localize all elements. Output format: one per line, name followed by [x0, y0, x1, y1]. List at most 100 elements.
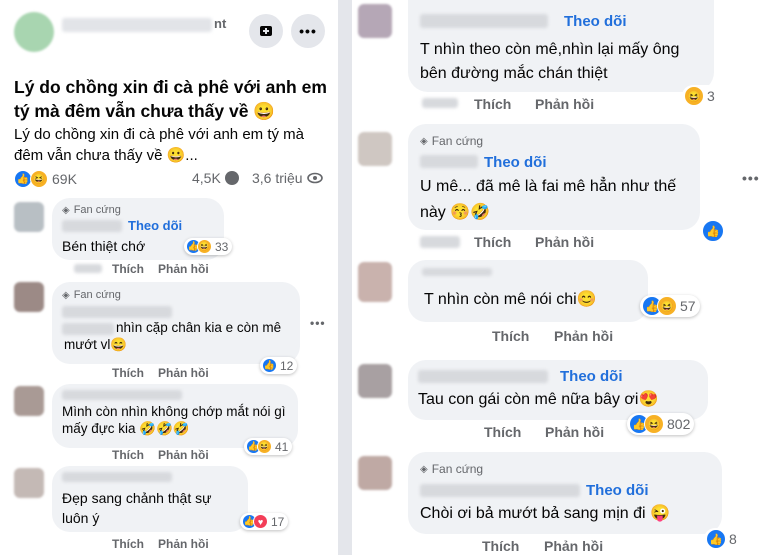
comment-stat[interactable]: 4,5K: [192, 170, 239, 186]
laughing-face-icon: 😆: [657, 296, 677, 316]
time-blur: [422, 98, 458, 108]
view-stat: 3,6 triệu: [252, 170, 323, 186]
comment-text: Mình còn nhìn không chớp mắt nói gì mấy …: [62, 404, 286, 436]
more-options-button[interactable]: •••: [742, 170, 760, 186]
commenter-avatar[interactable]: [358, 4, 392, 38]
post-preview[interactable]: Lý do chồng xin đi cà phê với anh em tý …: [14, 124, 334, 166]
reply-action[interactable]: Phản hồi: [545, 424, 604, 440]
commenter-avatar[interactable]: [358, 456, 392, 490]
reply-action[interactable]: Phản hồi: [158, 537, 209, 551]
commenter-name[interactable]: [420, 484, 580, 497]
more-options-button[interactable]: •••: [310, 316, 326, 330]
reply-action[interactable]: Phản hồi: [535, 234, 594, 250]
reaction-count: 69K: [52, 171, 77, 187]
time-blur: [74, 264, 102, 273]
eye-icon: [306, 172, 323, 184]
laughing-face-icon: 😆: [257, 439, 272, 454]
reaction-count: 3: [707, 88, 715, 104]
view-count: 3,6 triệu: [252, 170, 303, 186]
like-action[interactable]: Thích: [484, 424, 521, 440]
commenter-name[interactable]: [420, 155, 478, 168]
diamond-icon: ◈: [420, 135, 428, 147]
commenter-avatar[interactable]: [358, 364, 392, 398]
post-reactions[interactable]: 👍 😆 69K: [14, 170, 77, 188]
reply-action[interactable]: Phản hồi: [554, 328, 613, 344]
fan-badge: ◈ Fan cứng: [62, 289, 121, 301]
like-action[interactable]: Thích: [112, 366, 144, 380]
commenter-avatar[interactable]: [14, 386, 44, 416]
like-action[interactable]: Thích: [112, 448, 144, 462]
commenter-avatar[interactable]: [14, 468, 44, 498]
fan-badge: ◈ Fan cứng: [420, 462, 484, 476]
like-icon: 👍: [706, 529, 726, 549]
reaction-count: 41: [275, 439, 289, 454]
bookmark-icon: [260, 26, 272, 36]
reply-action[interactable]: Phản hồi: [544, 538, 603, 554]
reaction-count: 802: [667, 416, 691, 432]
comment-reactions[interactable]: 👍 12: [260, 357, 298, 374]
reaction-count: 8: [729, 531, 737, 547]
comment-text: Bén thiệt chớ: [62, 238, 146, 254]
diamond-icon: ◈: [62, 289, 70, 301]
reply-action[interactable]: Phản hồi: [158, 262, 209, 276]
commenter-avatar[interactable]: [14, 202, 44, 232]
page-name[interactable]: nt: [214, 16, 226, 31]
reaction-count: 33: [215, 239, 229, 254]
commenter-avatar[interactable]: [358, 132, 392, 166]
comment-text: Đẹp sang chảnh thật sự luôn ý: [62, 490, 212, 527]
commenter-avatar[interactable]: [358, 262, 392, 302]
comment-text: Tau con gái còn mê nữa bây ơi😍: [418, 391, 659, 408]
comment-reactions[interactable]: 👍 😆 802: [627, 413, 695, 435]
follow-link[interactable]: Theo dõi: [586, 482, 649, 499]
reply-action[interactable]: Phản hồi: [535, 96, 594, 112]
commenter-name[interactable]: [62, 306, 172, 318]
diamond-icon: ◈: [62, 204, 70, 216]
commenter-name[interactable]: [62, 472, 172, 482]
comment-text: U mê... đã mê là fai mê hẳn như thế này …: [420, 178, 677, 221]
follow-link[interactable]: Theo dõi: [564, 13, 627, 30]
like-action[interactable]: Thích: [112, 262, 144, 276]
comment-count: 4,5K: [192, 170, 221, 186]
comment-reactions[interactable]: 👍 ♥ 17: [240, 513, 289, 530]
like-action[interactable]: Thích: [112, 537, 144, 551]
commenter-name[interactable]: [418, 370, 548, 383]
comment-icon: [224, 171, 239, 185]
comment-reactions[interactable]: 👍 😆 33: [184, 238, 233, 255]
fan-badge: ◈ Fan cứng: [420, 134, 484, 148]
commenter-name[interactable]: [62, 390, 182, 400]
like-action[interactable]: Thích: [492, 328, 529, 344]
follow-link[interactable]: Theo dõi: [484, 154, 547, 171]
reaction-count: 57: [680, 298, 696, 314]
commenter-name[interactable]: [62, 220, 122, 232]
reaction-count: 17: [271, 514, 285, 529]
like-action[interactable]: Thích: [474, 234, 511, 250]
time-blur: [420, 236, 460, 248]
comment-reactions[interactable]: 😆 3: [682, 85, 719, 107]
like-badge[interactable]: 👍: [702, 220, 724, 242]
comment-reactions[interactable]: 👍 8: [704, 528, 741, 550]
comment-text: Chòi ơi bả mướt bả sang mịn đi 😜: [420, 505, 670, 522]
laughing-face-icon: 😆: [644, 414, 664, 434]
commenter-name[interactable]: [420, 14, 548, 28]
laughing-face-icon: 😆: [30, 170, 48, 188]
page-avatar[interactable]: [14, 12, 54, 52]
laughing-face-icon: 😆: [684, 86, 704, 106]
diamond-icon: ◈: [420, 463, 428, 475]
fan-badge: ◈ Fan cứng: [62, 204, 121, 216]
post-title: Lý do chồng xin đi cà phê với anh em tý …: [14, 77, 327, 121]
commenter-name[interactable]: [422, 268, 492, 276]
comment-reactions[interactable]: 👍 😆 57: [640, 295, 700, 317]
right-panel: Theo dõi T nhìn theo còn mê,nhìn lại mấy…: [352, 0, 780, 555]
like-action[interactable]: Thích: [474, 96, 511, 112]
save-post-button[interactable]: [249, 14, 283, 48]
comment-reactions[interactable]: 👍 😆 41: [244, 438, 293, 455]
like-icon: 👍: [702, 220, 724, 242]
more-options-button[interactable]: •••: [291, 14, 325, 48]
follow-link[interactable]: Theo dõi: [128, 218, 182, 233]
commenter-avatar[interactable]: [14, 282, 44, 312]
reply-action[interactable]: Phản hồi: [158, 448, 209, 462]
follow-link[interactable]: Theo dõi: [560, 368, 623, 385]
comment-text: nhìn cặp chân kia e còn mê mướt vl😄: [64, 320, 282, 352]
like-action[interactable]: Thích: [482, 538, 519, 554]
reply-action[interactable]: Phản hồi: [158, 366, 209, 380]
